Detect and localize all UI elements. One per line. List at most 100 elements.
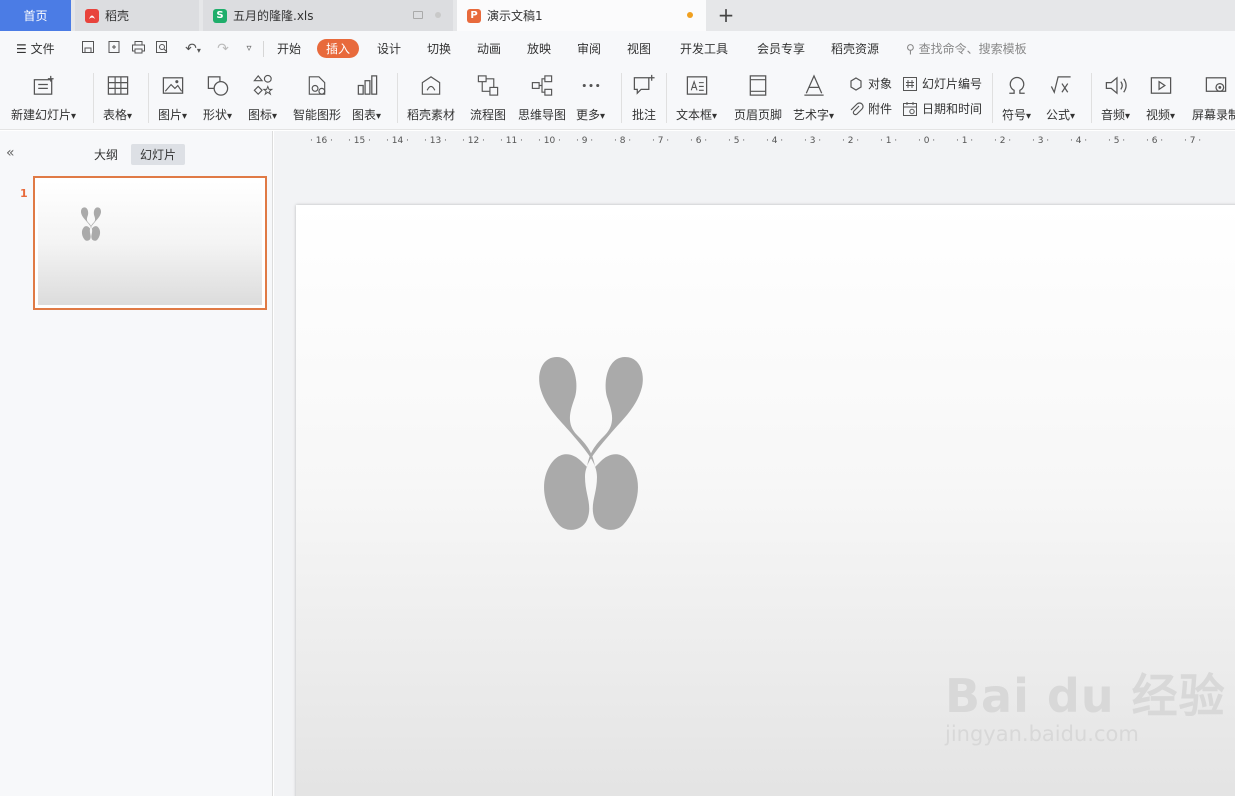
ruler-tick-label: · 16 · bbox=[310, 136, 333, 146]
slide-panel: « 大纲 幻灯片 1 bbox=[0, 131, 273, 796]
menu-design[interactable]: 设计 bbox=[377, 40, 401, 57]
comment-button[interactable]: 批注 bbox=[631, 71, 657, 123]
smartart-label: 智能图形 bbox=[293, 108, 342, 122]
screen-icon[interactable] bbox=[413, 11, 423, 19]
attachment-button[interactable]: 附件 bbox=[848, 100, 892, 117]
object-button[interactable]: 对象 bbox=[848, 75, 892, 92]
header-footer-button[interactable]: 页眉页脚 bbox=[734, 71, 782, 123]
command-search[interactable]: ⚲ 查找命令、搜索模板 bbox=[906, 40, 1027, 57]
separator bbox=[397, 73, 398, 123]
unsaved-dot-icon[interactable] bbox=[687, 12, 693, 18]
tab-presentation[interactable]: P 演示文稿1 bbox=[457, 0, 706, 31]
tab-bar: 首页 稻壳 S 五月的隆隆.xls P 演示文稿1 + bbox=[0, 0, 1235, 31]
material-icon bbox=[421, 76, 441, 95]
print-preview-icon[interactable] bbox=[153, 40, 171, 58]
new-tab-button[interactable]: + bbox=[716, 3, 736, 27]
menu-review[interactable]: 审阅 bbox=[577, 40, 601, 57]
ruler-tick-label: · 7 · bbox=[652, 136, 670, 146]
datetime-button[interactable]: 日期和时间 bbox=[902, 100, 982, 117]
attachment-label: 附件 bbox=[868, 102, 893, 116]
ruler-tick-label: · 3 · bbox=[1032, 136, 1050, 146]
wordart-icon bbox=[803, 74, 824, 96]
separator bbox=[93, 73, 94, 123]
screen-record-button[interactable]: 屏幕录制 bbox=[1192, 71, 1235, 123]
flowchart-icon bbox=[477, 75, 499, 96]
tab-docer-label: 稻壳 bbox=[105, 9, 130, 23]
menu-member[interactable]: 会员专享 bbox=[757, 40, 805, 57]
ruler-tick-label: · 11 · bbox=[500, 136, 523, 146]
chart-icon bbox=[357, 75, 377, 95]
menu-developer[interactable]: 开发工具 bbox=[680, 40, 728, 57]
ruler-tick-label: · 0 · bbox=[918, 136, 936, 146]
comment-label: 批注 bbox=[631, 108, 656, 122]
docer-material-button[interactable]: 稻壳素材 bbox=[407, 71, 455, 123]
smartart-button[interactable]: 智能图形 bbox=[293, 71, 341, 123]
formula-label: 公式 bbox=[1046, 108, 1071, 122]
video-button[interactable]: 视频▾ bbox=[1146, 71, 1175, 123]
mindmap-button[interactable]: 思维导图 bbox=[518, 71, 566, 123]
wordart-label: 艺术字 bbox=[793, 108, 830, 122]
menu-bar: ☰ 文件 ↶▾ ↷ ▿ 开始 插入 设计 切换 动画 放映 审阅 视图 开发工具… bbox=[0, 31, 1235, 67]
undo-icon[interactable]: ↶▾ bbox=[179, 40, 207, 58]
wordart-button[interactable]: 艺术字▾ bbox=[793, 71, 834, 123]
shape-button[interactable]: 形状▾ bbox=[203, 71, 232, 123]
menu-animation[interactable]: 动画 bbox=[477, 40, 501, 57]
search-icon: ⚲ bbox=[906, 42, 915, 56]
tab-docer[interactable]: 稻壳 bbox=[75, 0, 199, 31]
export-icon[interactable] bbox=[105, 40, 123, 58]
tab-home[interactable]: 首页 bbox=[0, 0, 71, 31]
ruler-tick-label: · 5 · bbox=[728, 136, 746, 146]
datetime-label: 日期和时间 bbox=[922, 102, 983, 116]
icons-icon bbox=[252, 74, 273, 96]
audio-button[interactable]: 音频▾ bbox=[1101, 71, 1130, 123]
symbol-button[interactable]: 符号▾ bbox=[1002, 71, 1031, 123]
ruler-tick-label: · 1 · bbox=[956, 136, 974, 146]
video-label: 视频 bbox=[1146, 108, 1171, 122]
ruler-tick-label: · 15 · bbox=[348, 136, 371, 146]
docer-icon bbox=[85, 8, 99, 23]
menu-docer-resources[interactable]: 稻壳资源 bbox=[831, 40, 879, 57]
x-logo-icon[interactable] bbox=[537, 355, 645, 531]
slide-thumbnail[interactable] bbox=[33, 176, 267, 310]
table-button[interactable]: 表格▾ bbox=[103, 71, 132, 123]
textbox-button[interactable]: 文本框▾ bbox=[676, 71, 717, 123]
menu-view[interactable]: 视图 bbox=[627, 40, 651, 57]
separator bbox=[621, 73, 622, 123]
print-icon[interactable] bbox=[129, 40, 147, 58]
slide-number: 1 bbox=[20, 187, 28, 200]
speaker-icon bbox=[1105, 76, 1127, 95]
separator bbox=[148, 73, 149, 123]
comment-icon bbox=[633, 74, 655, 95]
ruler-tick-label: · 6 · bbox=[690, 136, 708, 146]
file-menu[interactable]: ☰ 文件 bbox=[16, 40, 55, 57]
slide-number-button[interactable]: 幻灯片编号 bbox=[902, 75, 982, 92]
new-slide-button[interactable]: 新建幻灯片▾ bbox=[11, 71, 76, 123]
flowchart-button[interactable]: 流程图 bbox=[470, 71, 506, 123]
save-icon[interactable] bbox=[79, 40, 97, 58]
picture-button[interactable]: 图片▾ bbox=[158, 71, 187, 123]
mindmap-label: 思维导图 bbox=[518, 108, 567, 122]
tab-sheet[interactable]: S 五月的隆隆.xls bbox=[203, 0, 453, 31]
chart-button[interactable]: 图表▾ bbox=[352, 71, 381, 123]
menu-insert[interactable]: 插入 bbox=[317, 39, 360, 58]
menu-transition[interactable]: 切换 bbox=[427, 40, 451, 57]
picture-label: 图片 bbox=[158, 108, 183, 122]
formula-button[interactable]: 公式▾ bbox=[1046, 71, 1075, 123]
search-placeholder: 查找命令、搜索模板 bbox=[918, 42, 1027, 56]
collapse-panel-icon[interactable]: « bbox=[6, 145, 15, 161]
tab-outline[interactable]: 大纲 bbox=[85, 144, 127, 165]
tab-close-icon[interactable] bbox=[435, 12, 441, 18]
tab-slides[interactable]: 幻灯片 bbox=[131, 144, 186, 165]
icon-button[interactable]: 图标▾ bbox=[248, 71, 277, 123]
textbox-icon bbox=[686, 76, 707, 95]
presentation-icon: P bbox=[467, 8, 481, 23]
redo-icon[interactable]: ↷ bbox=[214, 40, 232, 58]
flowchart-label: 流程图 bbox=[470, 108, 507, 122]
menu-start[interactable]: 开始 bbox=[277, 40, 301, 57]
menu-slideshow[interactable]: 放映 bbox=[527, 40, 551, 57]
separator bbox=[992, 73, 993, 123]
customize-toolbar-icon[interactable]: ▿ bbox=[240, 40, 258, 58]
hash-icon bbox=[903, 76, 917, 91]
more-button[interactable]: 更多▾ bbox=[576, 71, 605, 123]
ruler-tick-label: · 7 · bbox=[1184, 136, 1202, 146]
